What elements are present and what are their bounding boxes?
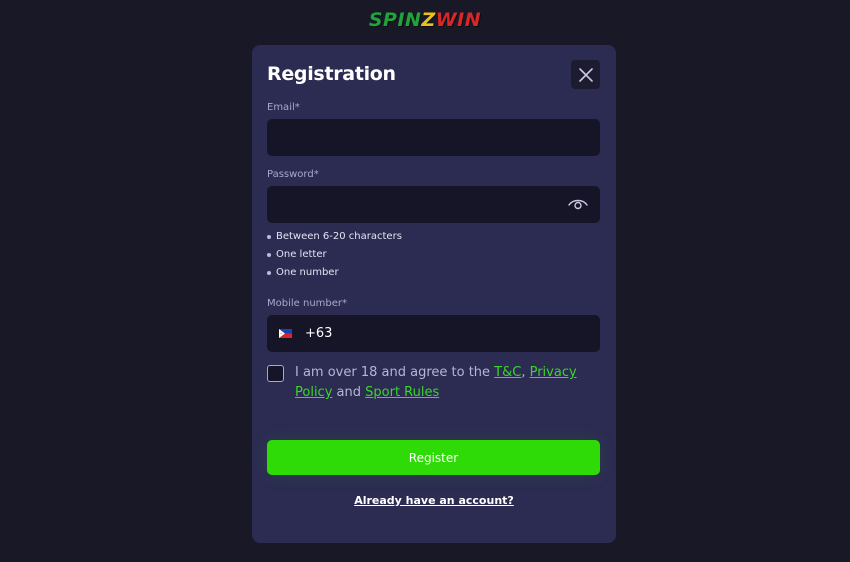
register-button[interactable]: Register [267,440,600,475]
password-input[interactable] [267,186,600,223]
agree-comma: , [521,365,530,380]
eye-icon[interactable] [568,197,588,211]
mobile-field[interactable]: +63 [267,315,600,352]
password-rule: One number [267,265,402,283]
password-rule: Between 6-20 characters [267,229,402,247]
agree-and: and [332,385,366,400]
logo-part-z: Z [421,9,436,31]
modal-title: Registration [267,63,396,85]
agree-text: I am over 18 and agree to the T&C, Priva… [295,363,595,403]
email-input[interactable] [267,119,600,156]
registration-modal: Registration Email* Password* Between 6-… [252,45,616,543]
logo-part-win: WIN [435,9,482,31]
spinzwin-logo[interactable]: SPINZWIN [0,8,850,32]
password-field[interactable] [267,186,600,223]
mobile-label: Mobile number* [267,298,348,309]
mobile-input[interactable] [267,315,600,352]
email-field[interactable] [267,119,600,156]
email-label: Email* [267,102,300,113]
close-button[interactable] [571,60,600,89]
password-label: Password* [267,169,319,180]
login-link[interactable]: Already have an account? [252,494,616,507]
tc-link[interactable]: T&C [494,365,521,380]
agree-text-before: I am over 18 and agree to the [295,365,495,380]
page: SPINZWIN Registration Email* Password* B… [0,0,850,562]
password-rule: One letter [267,247,402,265]
logo-part-spin: SPIN [368,9,422,31]
sport-rules-link[interactable]: Sport Rules [365,385,439,400]
password-rules: Between 6-20 characters One letter One n… [267,229,402,283]
age-agree-checkbox[interactable] [267,365,284,382]
close-icon [578,67,593,82]
